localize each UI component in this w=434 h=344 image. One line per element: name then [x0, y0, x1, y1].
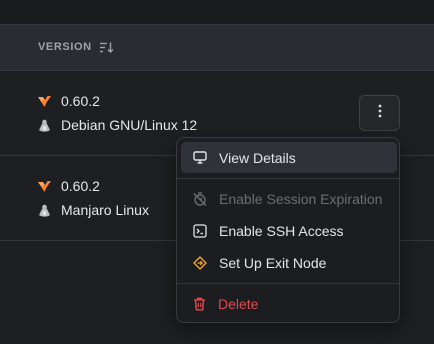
netbird-icon: [38, 95, 51, 107]
terminal-square-icon: [193, 223, 207, 238]
os-text: Debian GNU/Linux 12: [61, 117, 198, 133]
table-header-row: VERSION: [0, 24, 434, 71]
menu-divider: [177, 283, 399, 284]
version-cell: 0.60.2: [38, 93, 100, 109]
version-cell: 0.60.2: [38, 178, 100, 194]
enable-ssh-access-label: Enable SSH Access: [219, 222, 344, 239]
top-strip: [0, 0, 434, 24]
view-details-label: View Details: [219, 149, 296, 166]
linux-tux-icon: [38, 204, 51, 217]
sort-descending-icon[interactable]: [99, 42, 113, 53]
timer-off-icon: [193, 191, 207, 206]
linux-tux-icon: [38, 119, 51, 132]
version-header-label: VERSION: [38, 41, 92, 53]
delete-item[interactable]: Delete: [181, 288, 397, 319]
version-column-header[interactable]: VERSION: [38, 41, 113, 53]
row-actions-button[interactable]: [359, 95, 400, 131]
os-text: Manjaro Linux: [61, 202, 149, 218]
version-text: 0.60.2: [61, 93, 100, 109]
netbird-icon: [38, 180, 51, 192]
set-up-exit-node-item[interactable]: Set Up Exit Node: [181, 247, 397, 278]
menu-divider: [177, 178, 399, 179]
monitor-icon: [193, 151, 207, 164]
enable-session-expiration-label: Enable Session Expiration: [219, 190, 383, 207]
view-details-item[interactable]: View Details: [181, 142, 397, 173]
version-text: 0.60.2: [61, 178, 100, 194]
os-cell: Debian GNU/Linux 12: [38, 117, 197, 133]
enable-ssh-access-item[interactable]: Enable SSH Access: [181, 215, 397, 246]
os-cell: Manjaro Linux: [38, 202, 149, 218]
kebab-vertical-icon: [378, 104, 382, 123]
exit-node-diamond-icon: [193, 255, 207, 270]
row-actions-menu: View Details Enable Session Expiration E…: [176, 137, 400, 323]
set-up-exit-node-label: Set Up Exit Node: [219, 254, 327, 271]
delete-label: Delete: [218, 295, 259, 312]
trash-icon: [193, 297, 206, 311]
enable-session-expiration-item[interactable]: Enable Session Expiration: [181, 183, 397, 214]
